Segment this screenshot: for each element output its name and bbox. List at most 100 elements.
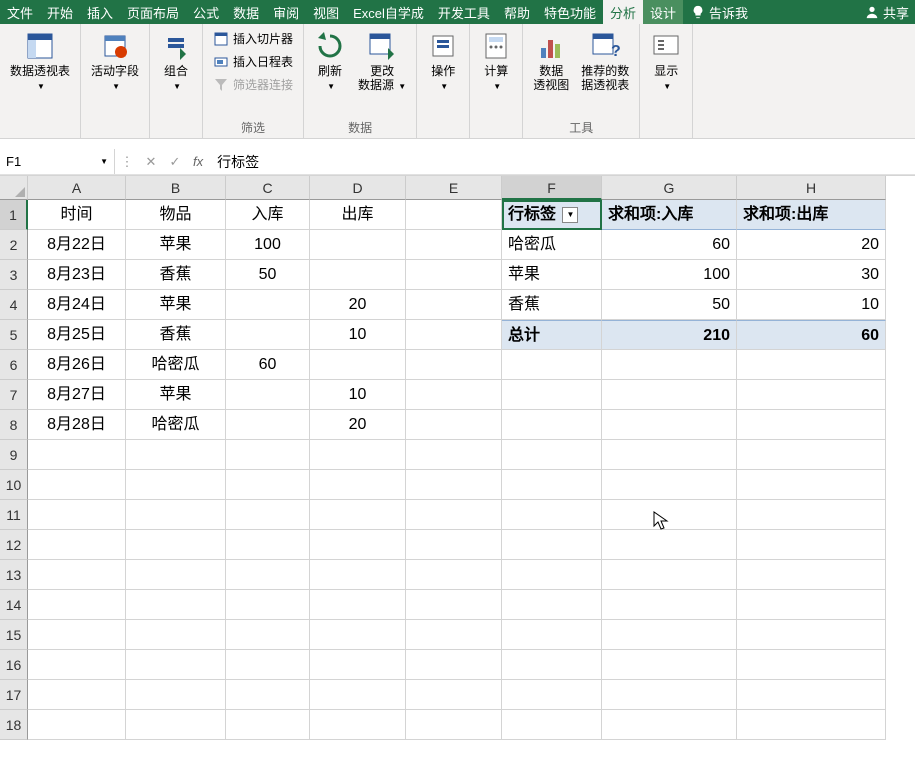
cell-H14[interactable] — [737, 590, 886, 620]
cell-F6[interactable] — [502, 350, 602, 380]
cell-C8[interactable] — [226, 410, 310, 440]
tab-home[interactable]: 开始 — [40, 0, 80, 24]
cell-G7[interactable] — [602, 380, 737, 410]
insert-slicer-button[interactable]: 插入切片器 — [209, 28, 297, 49]
cell-D11[interactable] — [310, 500, 406, 530]
cell-F14[interactable] — [502, 590, 602, 620]
cell-D18[interactable] — [310, 710, 406, 740]
cell-E17[interactable] — [406, 680, 502, 710]
cell-B18[interactable] — [126, 710, 226, 740]
cell-H6[interactable] — [737, 350, 886, 380]
cell-F18[interactable] — [502, 710, 602, 740]
cell-D3[interactable] — [310, 260, 406, 290]
row-header-4[interactable]: 4 — [0, 290, 28, 320]
cancel-formula-button[interactable]: ✕ — [139, 154, 163, 170]
cell-H4[interactable]: 10 — [737, 290, 886, 320]
cell-A16[interactable] — [28, 650, 126, 680]
cell-G8[interactable] — [602, 410, 737, 440]
cell-E11[interactable] — [406, 500, 502, 530]
group-button[interactable]: 组合▼ — [156, 28, 196, 95]
cell-F10[interactable] — [502, 470, 602, 500]
cell-B2[interactable]: 苹果 — [126, 230, 226, 260]
formula-input[interactable] — [209, 154, 915, 170]
cell-G11[interactable] — [602, 500, 737, 530]
cell-H16[interactable] — [737, 650, 886, 680]
tab-developer[interactable]: 开发工具 — [431, 0, 497, 24]
cell-F13[interactable] — [502, 560, 602, 590]
fx-icon[interactable]: fx — [187, 154, 209, 169]
cell-H7[interactable] — [737, 380, 886, 410]
col-header-H[interactable]: H — [737, 176, 886, 200]
cell-F15[interactable] — [502, 620, 602, 650]
cell-A1[interactable]: 时间 — [28, 200, 126, 230]
cell-C9[interactable] — [226, 440, 310, 470]
cell-H17[interactable] — [737, 680, 886, 710]
cell-D2[interactable] — [310, 230, 406, 260]
cell-D8[interactable]: 20 — [310, 410, 406, 440]
row-header-2[interactable]: 2 — [0, 230, 28, 260]
cell-C10[interactable] — [226, 470, 310, 500]
cell-B13[interactable] — [126, 560, 226, 590]
tab-formulas[interactable]: 公式 — [186, 0, 226, 24]
cell-H5[interactable]: 60 — [737, 320, 886, 350]
confirm-formula-button[interactable]: ✓ — [163, 154, 187, 170]
cell-H15[interactable] — [737, 620, 886, 650]
cell-C15[interactable] — [226, 620, 310, 650]
cell-E5[interactable] — [406, 320, 502, 350]
cell-H9[interactable] — [737, 440, 886, 470]
cell-G10[interactable] — [602, 470, 737, 500]
cell-G2[interactable]: 60 — [602, 230, 737, 260]
cell-A15[interactable] — [28, 620, 126, 650]
cell-C1[interactable]: 入库 — [226, 200, 310, 230]
change-source-button[interactable]: 更改 数据源 ▼ — [354, 28, 410, 95]
cell-B12[interactable] — [126, 530, 226, 560]
cell-A8[interactable]: 8月28日 — [28, 410, 126, 440]
actions-button[interactable]: 操作▼ — [423, 28, 463, 95]
cell-H2[interactable]: 20 — [737, 230, 886, 260]
cell-B5[interactable]: 香蕉 — [126, 320, 226, 350]
cell-G3[interactable]: 100 — [602, 260, 737, 290]
cell-C4[interactable] — [226, 290, 310, 320]
cell-A7[interactable]: 8月27日 — [28, 380, 126, 410]
row-header-11[interactable]: 11 — [0, 500, 28, 530]
cell-B16[interactable] — [126, 650, 226, 680]
cell-E4[interactable] — [406, 290, 502, 320]
share-button[interactable]: 共享 — [859, 0, 915, 24]
pivottable-button[interactable]: 数据透视表▼ — [6, 28, 74, 95]
cell-C12[interactable] — [226, 530, 310, 560]
col-header-G[interactable]: G — [602, 176, 737, 200]
select-all-corner[interactable] — [0, 176, 28, 200]
cell-D16[interactable] — [310, 650, 406, 680]
cell-D7[interactable]: 10 — [310, 380, 406, 410]
cell-C14[interactable] — [226, 590, 310, 620]
cell-C2[interactable]: 100 — [226, 230, 310, 260]
show-button[interactable]: 显示▼ — [646, 28, 686, 95]
cell-A9[interactable] — [28, 440, 126, 470]
row-header-10[interactable]: 10 — [0, 470, 28, 500]
cell-H8[interactable] — [737, 410, 886, 440]
col-header-F[interactable]: F — [502, 176, 602, 200]
refresh-button[interactable]: 刷新▼ — [310, 28, 350, 95]
cell-D15[interactable] — [310, 620, 406, 650]
cell-D13[interactable] — [310, 560, 406, 590]
cell-C5[interactable] — [226, 320, 310, 350]
cell-B9[interactable] — [126, 440, 226, 470]
cell-G15[interactable] — [602, 620, 737, 650]
cell-H11[interactable] — [737, 500, 886, 530]
cell-D12[interactable] — [310, 530, 406, 560]
row-header-16[interactable]: 16 — [0, 650, 28, 680]
cell-E1[interactable] — [406, 200, 502, 230]
cell-F4[interactable]: 香蕉 — [502, 290, 602, 320]
cell-A6[interactable]: 8月26日 — [28, 350, 126, 380]
cell-F3[interactable]: 苹果 — [502, 260, 602, 290]
cell-H12[interactable] — [737, 530, 886, 560]
cell-E13[interactable] — [406, 560, 502, 590]
cell-C18[interactable] — [226, 710, 310, 740]
cell-A14[interactable] — [28, 590, 126, 620]
cell-E12[interactable] — [406, 530, 502, 560]
cell-B7[interactable]: 苹果 — [126, 380, 226, 410]
cell-A12[interactable] — [28, 530, 126, 560]
cell-B1[interactable]: 物品 — [126, 200, 226, 230]
cell-F1[interactable]: 行标签 ▼ — [502, 200, 602, 230]
tab-self-study[interactable]: Excel自学成 — [346, 0, 431, 24]
